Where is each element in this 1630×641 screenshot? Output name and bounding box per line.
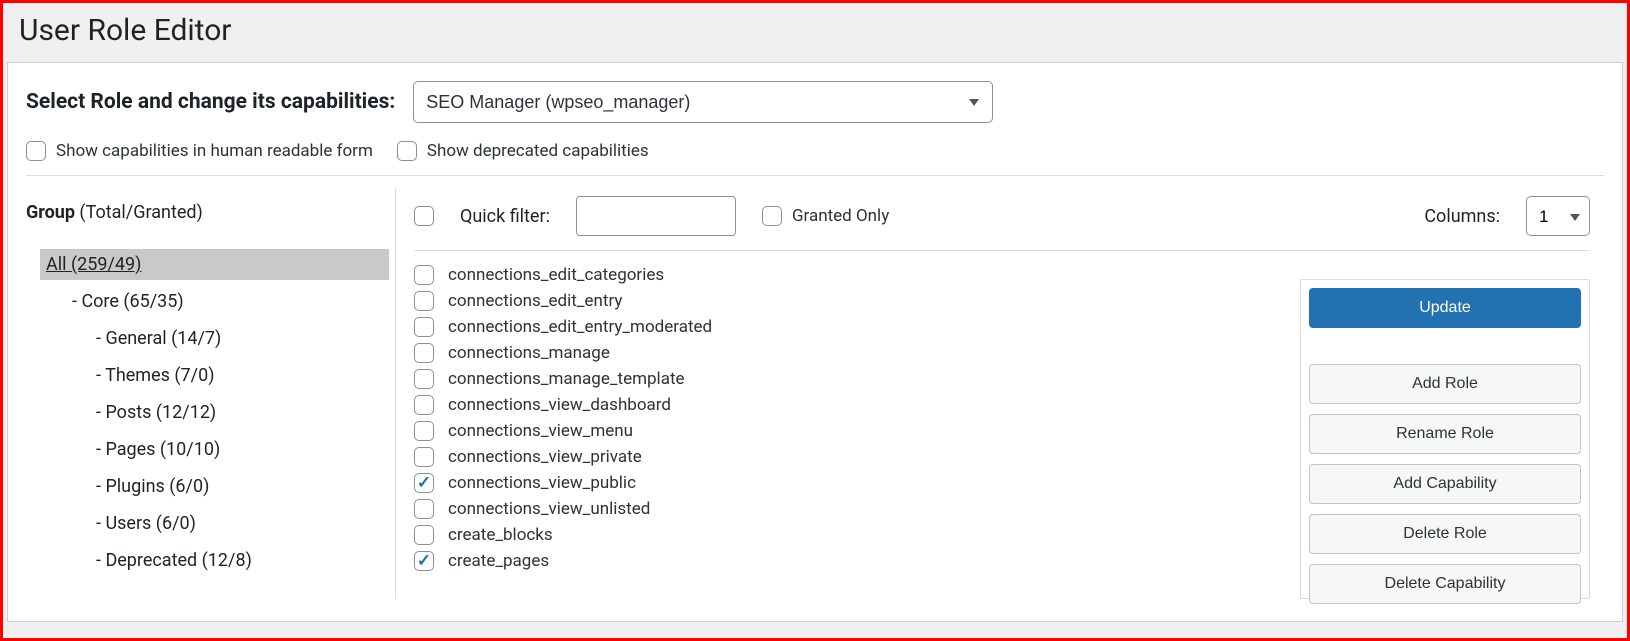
capability-checkbox[interactable]	[414, 499, 434, 519]
add-capability-button[interactable]: Add Capability	[1309, 464, 1581, 504]
capability-label: connections_edit_entry	[448, 291, 622, 311]
role-select-wrap: SEO Manager (wpseo_manager)	[413, 81, 993, 123]
capability-item: connections_view_menu	[414, 421, 1280, 441]
capability-checkbox[interactable]	[414, 447, 434, 467]
capability-label: connections_manage	[448, 343, 610, 363]
capability-label: create_blocks	[448, 525, 553, 545]
update-button[interactable]: Update	[1309, 288, 1581, 328]
group-tree-item[interactable]: - General (14/7)	[90, 323, 389, 354]
capability-label: connections_edit_entry_moderated	[448, 317, 712, 337]
delete-role-button[interactable]: Delete Role	[1309, 514, 1581, 554]
capability-item: connections_view_private	[414, 447, 1280, 467]
capability-label: connections_view_private	[448, 447, 642, 467]
role-select-row: Select Role and change its capabilities:…	[26, 81, 1604, 123]
human-readable-label: Show capabilities in human readable form	[56, 141, 373, 161]
capability-checkbox[interactable]	[414, 551, 434, 571]
main-grid: Group (Total/Granted) All (259/49) - Core…	[26, 188, 1604, 599]
capability-item: connections_edit_entry_moderated	[414, 317, 1280, 337]
capability-label: create_pages	[448, 551, 549, 571]
capability-label: connections_view_public	[448, 473, 636, 493]
capabilities-list: connections_edit_categories connections_e…	[414, 265, 1280, 571]
select-role-label: Select Role and change its capabilities:	[26, 90, 395, 114]
group-tree-item[interactable]: - Deprecated (12/8)	[90, 545, 389, 576]
capability-label: connections_manage_template	[448, 369, 685, 389]
show-deprecated-checkbox[interactable]	[397, 141, 417, 161]
group-tree-item[interactable]: - Pages (10/10)	[90, 434, 389, 465]
capability-checkbox[interactable]	[414, 369, 434, 389]
capability-item: connections_view_unlisted	[414, 499, 1280, 519]
capability-item: connections_manage_template	[414, 369, 1280, 389]
group-tree-item[interactable]: - Users (6/0)	[90, 508, 389, 539]
group-tree-item[interactable]: - Posts (12/12)	[90, 397, 389, 428]
capability-checkbox[interactable]	[414, 317, 434, 337]
capability-label: connections_view_dashboard	[448, 395, 671, 415]
columns-label: Columns:	[1424, 206, 1500, 227]
group-tree-item[interactable]: All (259/49)	[40, 249, 389, 280]
capability-item: connections_edit_entry	[414, 291, 1280, 311]
capability-label: connections_view_unlisted	[448, 499, 650, 519]
capability-item: create_pages	[414, 551, 1280, 571]
capability-item: connections_edit_categories	[414, 265, 1280, 285]
group-tree-item[interactable]: - Plugins (6/0)	[90, 471, 389, 502]
group-header: Group (Total/Granted)	[26, 202, 389, 223]
quick-filter-label: Quick filter:	[460, 206, 550, 227]
group-column: Group (Total/Granted) All (259/49) - Core…	[26, 188, 396, 599]
capability-checkbox[interactable]	[414, 291, 434, 311]
capability-checkbox[interactable]	[414, 473, 434, 493]
add-role-button[interactable]: Add Role	[1309, 364, 1581, 404]
actions-panel: Update Add Role Rename Role Add Capabili…	[1300, 279, 1590, 599]
capabilities-column: Quick filter: Granted Only Columns: 1 co…	[396, 188, 1604, 599]
delete-capability-button[interactable]: Delete Capability	[1309, 564, 1581, 604]
rename-role-button[interactable]: Rename Role	[1309, 414, 1581, 454]
editor-panel: Select Role and change its capabilities:…	[7, 62, 1623, 622]
capability-checkbox[interactable]	[414, 525, 434, 545]
app-frame: User Role Editor Select Role and change …	[0, 0, 1630, 641]
group-tree-item[interactable]: - Core (65/35)	[66, 286, 389, 317]
quick-filter-input[interactable]	[576, 196, 736, 236]
group-tree-item[interactable]: - Themes (7/0)	[90, 360, 389, 391]
granted-only-label: Granted Only	[792, 206, 889, 226]
options-row: Show capabilities in human readable form…	[26, 141, 1604, 176]
capability-label: connections_view_menu	[448, 421, 633, 441]
filter-row: Quick filter: Granted Only Columns: 1	[414, 188, 1590, 251]
capability-checkbox[interactable]	[414, 343, 434, 363]
group-tree: All (259/49) - Core (65/35) - General (14/…	[26, 249, 389, 576]
granted-only-checkbox[interactable]	[762, 206, 782, 226]
capability-checkbox[interactable]	[414, 395, 434, 415]
capability-item: connections_manage	[414, 343, 1280, 363]
human-readable-checkbox[interactable]	[26, 141, 46, 161]
columns-select[interactable]: 1	[1526, 196, 1590, 236]
role-select[interactable]: SEO Manager (wpseo_manager)	[413, 81, 993, 123]
page-title: User Role Editor	[19, 13, 1623, 48]
show-deprecated-label: Show deprecated capabilities	[427, 141, 649, 161]
select-all-checkbox[interactable]	[414, 206, 434, 226]
capability-item: create_blocks	[414, 525, 1280, 545]
capability-checkbox[interactable]	[414, 421, 434, 441]
capability-item: connections_view_dashboard	[414, 395, 1280, 415]
capability-item: connections_view_public	[414, 473, 1280, 493]
capability-label: connections_edit_categories	[448, 265, 664, 285]
capability-checkbox[interactable]	[414, 265, 434, 285]
